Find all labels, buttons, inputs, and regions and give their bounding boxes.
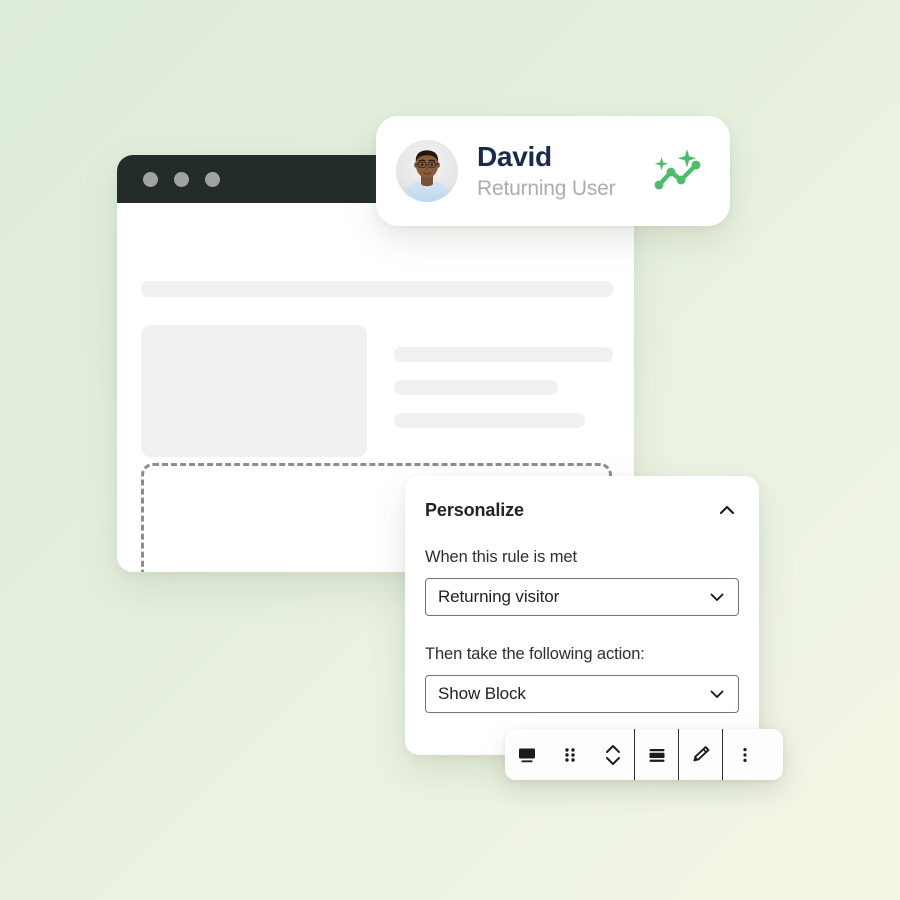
rule-field-label: When this rule is met xyxy=(425,548,577,566)
action-select-value: Show Block xyxy=(438,684,526,703)
more-options-button[interactable] xyxy=(723,729,766,780)
personalize-panel: Personalize When this rule is met Return… xyxy=(405,476,759,755)
trending-sparkle-icon xyxy=(650,147,706,195)
pencil-icon xyxy=(693,746,710,762)
layout-button[interactable] xyxy=(635,729,678,780)
skeleton-text-line-2 xyxy=(394,380,558,395)
drag-handle-button[interactable] xyxy=(548,729,591,780)
drag-dots-icon xyxy=(564,747,575,762)
profile-status: Returning User xyxy=(477,176,616,200)
edit-button[interactable] xyxy=(679,729,722,780)
toolbar-group-left xyxy=(505,729,634,780)
personalize-panel-header[interactable]: Personalize xyxy=(425,498,739,522)
toolbar-group-edit xyxy=(679,729,722,780)
chevron-down-icon xyxy=(708,685,726,703)
vertical-dots-icon xyxy=(742,747,747,762)
avatar xyxy=(396,140,458,202)
window-dot-close[interactable] xyxy=(143,171,158,187)
profile-text-group: David Returning User xyxy=(477,141,650,201)
device-preview-button[interactable] xyxy=(505,729,548,780)
skeleton-top-bar xyxy=(141,281,613,297)
skeleton-text-line-1 xyxy=(394,347,613,362)
toolbar-group-more xyxy=(723,729,766,780)
rule-select-value: Returning visitor xyxy=(438,587,560,606)
page-title: Personalize xyxy=(425,499,524,520)
skeleton-text-line-3 xyxy=(394,413,585,428)
window-dot-minimize[interactable] xyxy=(174,171,189,187)
window-dot-maximize[interactable] xyxy=(205,171,220,187)
chevron-down-icon xyxy=(708,588,726,606)
rule-select[interactable]: Returning visitor xyxy=(425,578,739,616)
toolbar-group-layout xyxy=(635,729,678,780)
block-toolbar xyxy=(505,729,783,780)
visitor-profile-card: David Returning User xyxy=(376,116,730,226)
action-field-label: Then take the following action: xyxy=(425,645,645,663)
monitor-icon xyxy=(518,748,535,762)
page-canvas: David Returning User Personalize When th… xyxy=(0,0,900,900)
move-updown-button[interactable] xyxy=(591,729,634,780)
skeleton-image-placeholder xyxy=(141,325,367,457)
action-select[interactable]: Show Block xyxy=(425,675,739,713)
chevron-up-icon[interactable] xyxy=(715,498,739,522)
profile-name: David xyxy=(477,141,552,173)
chevron-up-down-icon xyxy=(605,744,620,765)
layout-rows-icon xyxy=(649,748,664,762)
